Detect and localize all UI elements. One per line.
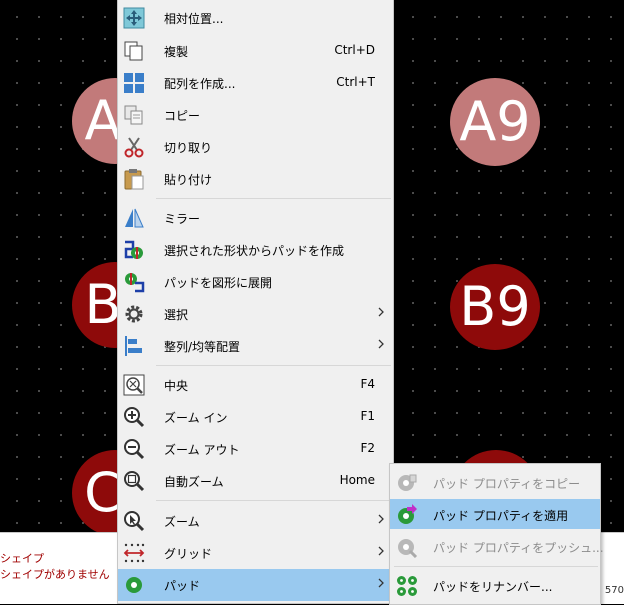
menu-label: パッドをリナンバー... xyxy=(433,580,553,594)
pad-icon xyxy=(126,577,142,593)
mirror-icon xyxy=(125,208,144,228)
menu-label: パッド プロパティをプッシュ... xyxy=(433,541,604,555)
menu-label: 相対位置... xyxy=(164,12,224,26)
scissors-icon xyxy=(124,137,144,158)
pad-from-shapes-icon xyxy=(124,240,143,259)
menu-item-create-array[interactable]: 配列を作成... Ctrl+T xyxy=(118,67,393,97)
menu-label: 貼り付け xyxy=(164,173,213,187)
zoom-fit-icon xyxy=(124,471,145,492)
menu-shortcut: Ctrl+D xyxy=(334,43,375,57)
menu-label: ミラー xyxy=(164,212,201,226)
menu-shortcut: Home xyxy=(339,473,375,487)
align-left-icon xyxy=(125,336,142,356)
menu-item-mirror[interactable]: ミラー xyxy=(118,202,393,232)
menu-label: ズーム アウト xyxy=(164,443,240,457)
menu-label: 選択された形状からパッドを作成 xyxy=(164,244,345,258)
submenu-item-push-pad-props[interactable]: パッド プロパティをプッシュ... xyxy=(390,531,604,561)
copy-icon xyxy=(124,105,143,125)
pad-a9[interactable]: A9 xyxy=(450,78,540,166)
menu-item-center[interactable]: 中央 F4 xyxy=(118,369,393,399)
gear-icon xyxy=(125,305,143,323)
menu-item-explode-pad[interactable]: パッドを図形に展開 xyxy=(118,266,393,296)
zoom-out-icon xyxy=(124,439,145,460)
submenu-item-copy-pad-props[interactable]: パッド プロパティをコピー xyxy=(390,467,600,497)
menu-label: 選択 xyxy=(164,308,189,322)
apply-pad-props-icon xyxy=(398,504,417,524)
move-arrows-icon xyxy=(123,7,145,29)
zoom-cursor-icon xyxy=(124,511,145,532)
menu-shortcut: Ctrl+T xyxy=(336,75,375,89)
copy-pad-props-icon xyxy=(398,474,417,491)
zoom-center-icon xyxy=(123,374,145,396)
menu-item-paste[interactable]: 貼り付け xyxy=(118,163,393,193)
status-line-1: シェイプ xyxy=(0,552,44,565)
zoom-in-icon xyxy=(124,407,145,428)
menu-separator xyxy=(394,566,598,567)
menu-label: パッド xyxy=(164,579,201,593)
menu-label: グリッド xyxy=(164,547,213,561)
push-pad-props-icon xyxy=(398,539,418,558)
menu-separator xyxy=(156,198,391,199)
menu-item-copy[interactable]: コピー xyxy=(118,99,393,129)
menu-label: 配列を作成... xyxy=(164,77,236,91)
menu-label: パッド プロパティを適用 xyxy=(433,509,569,523)
menu-item-cut[interactable]: 切り取り xyxy=(118,131,393,161)
menu-label: ズーム イン xyxy=(164,411,228,425)
menu-item-zoom-auto[interactable]: 自動ズーム Home xyxy=(118,465,393,495)
explode-pad-icon xyxy=(125,273,145,293)
menu-item-select[interactable]: 選択 xyxy=(118,298,393,328)
pad-submenu: パッド プロパティをコピー パッド プロパティを適用 パッド プロパティをプッシ… xyxy=(389,463,604,605)
submenu-arrow-icon xyxy=(378,339,384,349)
submenu-arrow-icon xyxy=(378,546,384,556)
menu-label: 切り取り xyxy=(164,141,213,155)
duplicate-icon xyxy=(124,41,143,61)
menu-item-move-relative[interactable]: 相対位置... xyxy=(118,2,393,32)
menu-label: 整列/均等配置 xyxy=(164,340,241,354)
menu-separator xyxy=(156,365,391,366)
menu-item-grid[interactable]: グリッド xyxy=(118,537,393,567)
pad-b9[interactable]: B9 xyxy=(450,264,540,350)
submenu-item-renumber-pads[interactable]: パッドをリナンバー... xyxy=(390,570,600,600)
menu-item-zoom-out[interactable]: ズーム アウト F2 xyxy=(118,433,393,463)
menu-label: パッド プロパティをコピー xyxy=(433,477,581,491)
menu-item-pad-from-shapes[interactable]: 選択された形状からパッドを作成 xyxy=(118,234,393,264)
submenu-arrow-icon xyxy=(378,307,384,317)
menu-label: コピー xyxy=(164,109,201,123)
menu-shortcut: F2 xyxy=(360,441,375,455)
coordinate-readout: 570 xyxy=(604,585,624,596)
grid-icon xyxy=(123,543,145,563)
menu-item-zoom[interactable]: ズーム xyxy=(118,505,393,535)
menu-label: 中央 xyxy=(164,379,189,393)
context-menu: 相対位置... 複製 Ctrl+D 配列を作成... Ctrl+T コピー 切り… xyxy=(117,0,394,604)
renumber-pads-icon xyxy=(397,576,417,596)
menu-shortcut: F1 xyxy=(360,409,375,423)
menu-shortcut: F4 xyxy=(360,377,375,391)
menu-item-pad[interactable]: パッド xyxy=(118,569,393,601)
menu-item-duplicate[interactable]: 複製 Ctrl+D xyxy=(118,35,393,65)
submenu-arrow-icon xyxy=(378,578,384,588)
menu-label: 複製 xyxy=(164,45,189,59)
menu-label: 自動ズーム xyxy=(164,475,224,489)
array-grid-icon xyxy=(124,73,144,93)
submenu-item-apply-pad-props[interactable]: パッド プロパティを適用 xyxy=(390,499,600,529)
menu-label: パッドを図形に展開 xyxy=(164,276,273,290)
submenu-arrow-icon xyxy=(378,514,384,524)
menu-label: ズーム xyxy=(164,515,200,529)
status-line-2: シェイプがありません xyxy=(0,568,110,581)
menu-separator xyxy=(156,500,391,501)
clipboard-icon xyxy=(124,169,144,190)
menu-item-zoom-in[interactable]: ズーム イン F1 xyxy=(118,401,393,431)
menu-item-align-distribute[interactable]: 整列/均等配置 xyxy=(118,330,393,360)
